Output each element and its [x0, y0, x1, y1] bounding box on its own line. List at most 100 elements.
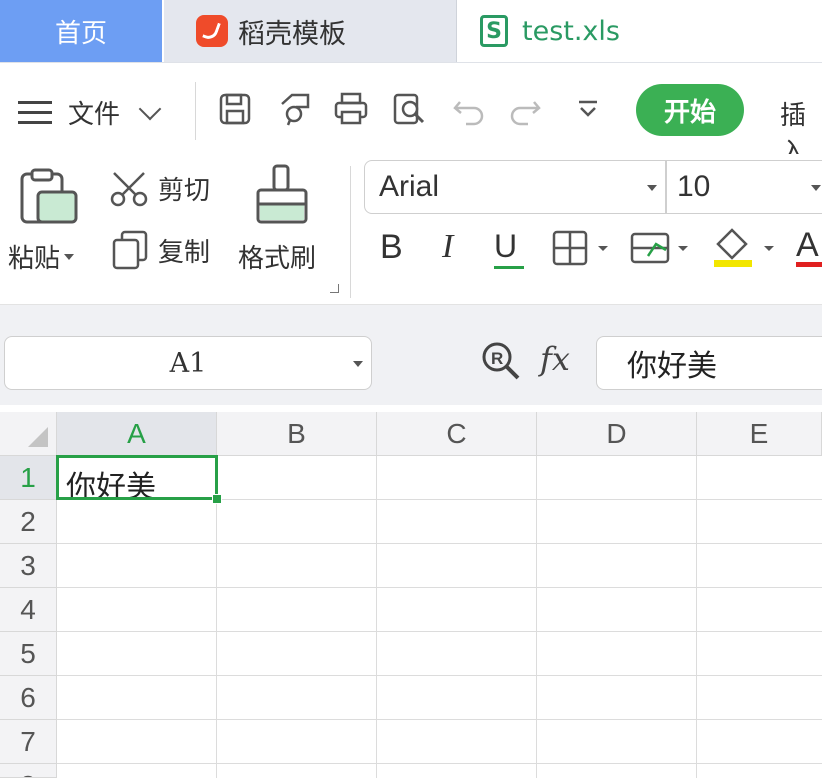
- row-header-label: 8: [20, 770, 36, 777]
- undo-icon[interactable]: [452, 94, 486, 128]
- chevron-down-icon: [138, 97, 162, 120]
- grid-line: [57, 631, 822, 632]
- svg-text:R: R: [491, 349, 503, 368]
- fill-color-icon[interactable]: [712, 226, 776, 268]
- grid-line: [216, 456, 217, 778]
- formula-input[interactable]: 你好美: [596, 336, 822, 390]
- format-painter-icon[interactable]: [254, 164, 310, 226]
- font-color-bar: [796, 262, 822, 267]
- tab-file-label: test.xls: [522, 15, 620, 47]
- column-header-label: D: [606, 417, 627, 449]
- row-header-label: 2: [20, 505, 36, 537]
- italic-button[interactable]: I: [442, 228, 453, 266]
- paste-dropdown-icon: [64, 253, 75, 260]
- underline-color-bar: [494, 266, 524, 269]
- row-header-1[interactable]: 1: [0, 456, 57, 500]
- column-header-c[interactable]: C: [377, 412, 537, 456]
- font-size-select[interactable]: 10: [666, 160, 822, 214]
- column-header-label: E: [749, 417, 769, 449]
- grid-line: [57, 587, 822, 588]
- tab-home[interactable]: 首页: [0, 0, 162, 62]
- row-header-8[interactable]: 8: [0, 764, 57, 778]
- tab-templates[interactable]: 稻壳模板: [164, 0, 457, 62]
- merge-cells-icon[interactable]: [630, 230, 692, 266]
- zoom-lookup-icon[interactable]: R: [480, 340, 522, 382]
- cut-button[interactable]: 剪切: [110, 170, 210, 207]
- print-icon[interactable]: [334, 92, 368, 126]
- row-header-label: 4: [20, 593, 36, 625]
- row-header-label: 5: [20, 637, 36, 669]
- fill-handle[interactable]: [212, 494, 222, 504]
- name-box-dropdown-icon: [353, 361, 363, 367]
- underline-button[interactable]: U: [494, 228, 524, 269]
- paste-label: 粘贴: [8, 244, 61, 274]
- fx-button[interactable]: fx: [540, 340, 570, 378]
- column-header-a[interactable]: A: [57, 412, 217, 456]
- format-painter-quick-icon[interactable]: [278, 92, 312, 126]
- hamburger-icon: [18, 100, 52, 125]
- paste-icon[interactable]: [18, 168, 80, 228]
- column-header-label: C: [446, 417, 467, 449]
- grid-line: [696, 456, 697, 778]
- bold-button[interactable]: B: [380, 228, 403, 267]
- formula-content: 你好美: [627, 349, 717, 384]
- format-painter-label[interactable]: 格式刷: [238, 238, 316, 275]
- underline-label: U: [494, 228, 518, 264]
- font-size-value: 10: [677, 170, 711, 203]
- paste-button[interactable]: 粘贴: [8, 238, 75, 275]
- grid-line: [376, 456, 377, 778]
- row-header-2[interactable]: 2: [0, 500, 57, 544]
- row-header-label: 6: [20, 681, 36, 713]
- font-name-dropdown-icon: [647, 185, 657, 191]
- column-header-e[interactable]: E: [697, 412, 822, 456]
- ribbon-divider: [350, 166, 351, 298]
- select-all-triangle-icon: [28, 427, 48, 447]
- cell-reference: A1: [169, 347, 207, 379]
- row-header-4[interactable]: 4: [0, 588, 57, 632]
- redo-icon[interactable]: [508, 94, 542, 128]
- row-header-3[interactable]: 3: [0, 544, 57, 588]
- grid-line: [57, 543, 822, 544]
- start-tab-button[interactable]: 开始: [636, 84, 744, 136]
- grid-line: [57, 763, 822, 764]
- font-color-letter: A: [796, 226, 819, 264]
- tab-divider: [0, 62, 822, 63]
- copy-button[interactable]: 复制: [110, 230, 210, 270]
- row-header-5[interactable]: 5: [0, 632, 57, 676]
- toolbar-divider: [195, 82, 196, 140]
- column-header-label: B: [287, 417, 306, 449]
- clipboard-group-launcher-icon[interactable]: [330, 284, 339, 293]
- font-name-select[interactable]: Arial: [364, 160, 666, 214]
- scissors-icon: [110, 171, 148, 206]
- daoke-logo-icon: [196, 15, 228, 47]
- column-header-label: A: [127, 417, 146, 449]
- print-preview-icon[interactable]: [392, 92, 426, 126]
- row-header-6[interactable]: 6: [0, 676, 57, 720]
- row-header-label: 1: [20, 461, 36, 493]
- copy-label: 复制: [158, 237, 211, 268]
- row-header-7[interactable]: 7: [0, 720, 57, 764]
- tab-home-label: 首页: [54, 18, 107, 49]
- column-header-b[interactable]: B: [217, 412, 377, 456]
- save-icon[interactable]: [218, 92, 252, 126]
- font-color-button[interactable]: A: [796, 226, 822, 268]
- grid-line: [536, 456, 537, 778]
- font-name-value: Arial: [379, 170, 440, 203]
- start-tab-label: 开始: [663, 97, 716, 128]
- column-header-d[interactable]: D: [537, 412, 697, 456]
- borders-icon[interactable]: [552, 230, 612, 266]
- active-cell-border: [56, 455, 218, 500]
- copy-icon: [112, 230, 148, 270]
- name-box[interactable]: A1: [4, 336, 372, 390]
- row-header-label: 7: [20, 725, 36, 757]
- tab-file[interactable]: S test.xls: [462, 0, 662, 62]
- spreadsheet-file-icon: S: [480, 15, 508, 47]
- row-header-label: 3: [20, 549, 36, 581]
- select-all-corner[interactable]: [0, 412, 57, 456]
- grid-line: [57, 675, 822, 676]
- file-menu-label: 文件: [68, 100, 121, 130]
- file-menu-button[interactable]: 文件: [18, 94, 162, 131]
- more-dropdown-icon[interactable]: [576, 100, 600, 120]
- cut-label: 剪切: [158, 176, 211, 206]
- grid-line: [57, 719, 822, 720]
